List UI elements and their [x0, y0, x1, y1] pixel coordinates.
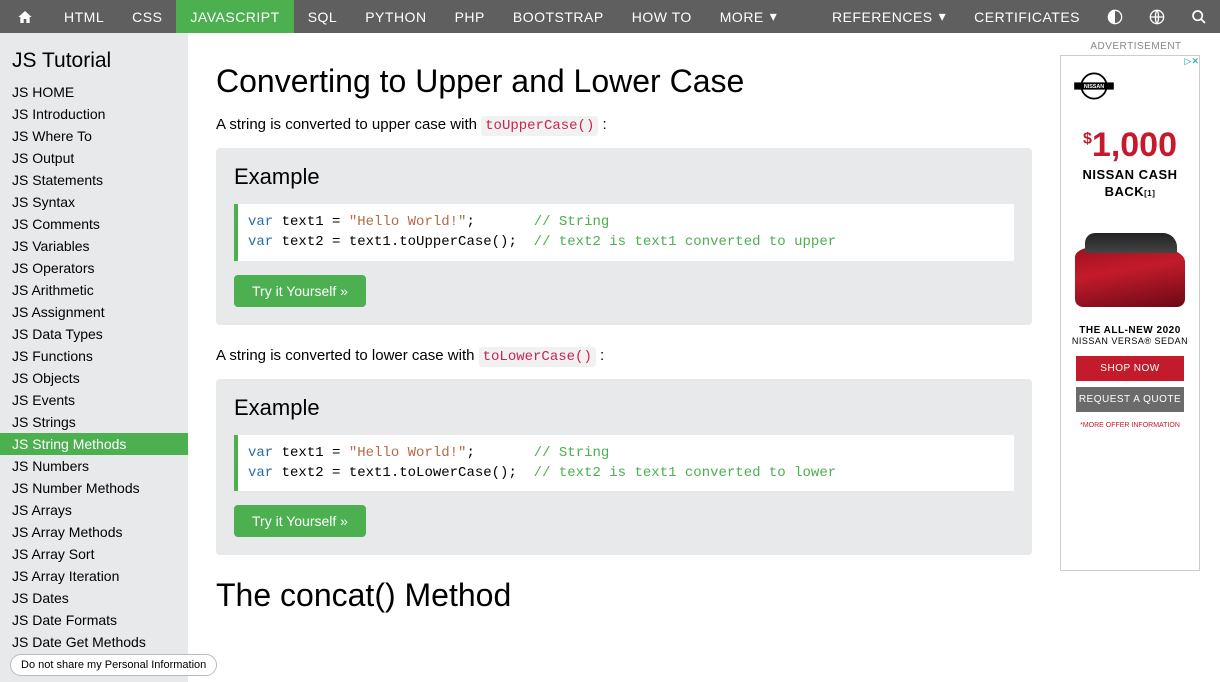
code-inline: toLowerCase() — [479, 347, 596, 367]
ad-sub: NISSAN CASH — [1067, 167, 1193, 182]
text: A string is converted to upper case with — [216, 116, 481, 133]
sidebar-item[interactable]: JS Statements — [0, 169, 188, 191]
sidebar-item[interactable]: JS Events — [0, 389, 188, 411]
code-inline: toUpperCase() — [481, 116, 598, 136]
sidebar-item[interactable]: JS Numbers — [0, 455, 188, 477]
try-it-button[interactable]: Try it Yourself » — [234, 275, 366, 307]
code-block: var text1 = "Hello World!"; // String va… — [234, 435, 1014, 492]
ad-tagline2: NISSAN VERSA® SEDAN — [1067, 336, 1193, 346]
page-title: Converting to Upper and Lower Case — [216, 63, 1032, 100]
ad-label: ADVERTISEMENT — [1060, 41, 1212, 52]
advertisement[interactable]: ▷✕ NISSAN $1,000 NISSAN CASH BACK[1] THE… — [1060, 55, 1200, 571]
nissan-logo-icon: NISSAN — [1067, 68, 1193, 104]
nav-certificates[interactable]: CERTIFICATES — [960, 0, 1094, 33]
sidebar-item[interactable]: JS Dates — [0, 587, 188, 609]
ad-tagline: THE ALL-NEW 2020 — [1067, 325, 1193, 336]
sidebar-item[interactable]: JS Operators — [0, 257, 188, 279]
intro-upper: A string is converted to upper case with… — [216, 116, 1032, 134]
text: : — [598, 116, 606, 133]
sidebar-item[interactable]: JS Arithmetic — [0, 279, 188, 301]
sidebar-item[interactable]: JS Date Get Methods — [0, 631, 188, 653]
adchoices-icon[interactable]: ▷✕ — [1185, 56, 1199, 67]
text: A string is converted to lower case with — [216, 347, 479, 364]
sidebar-item[interactable]: JS Array Sort — [0, 543, 188, 565]
sidebar-item[interactable]: JS Number Methods — [0, 477, 188, 499]
nav-bootstrap[interactable]: BOOTSTRAP — [499, 0, 618, 33]
sidebar-item[interactable]: JS Output — [0, 147, 188, 169]
intro-lower: A string is converted to lower case with… — [216, 347, 1032, 365]
sidebar-heading: JS Tutorial — [0, 43, 188, 81]
sidebar-item[interactable]: JS Arrays — [0, 499, 188, 521]
globe-icon[interactable] — [1136, 0, 1178, 33]
example-box-lower: Example var text1 = "Hello World!"; // S… — [216, 379, 1032, 556]
sidebar-item[interactable]: JS Introduction — [0, 103, 188, 125]
ad-currency: $ — [1083, 131, 1092, 148]
sidebar-item[interactable]: JS Variables — [0, 235, 188, 257]
search-icon[interactable] — [1178, 0, 1220, 33]
try-it-button[interactable]: Try it Yourself » — [234, 505, 366, 537]
example-box-upper: Example var text1 = "Hello World!"; // S… — [216, 148, 1032, 325]
sidebar-item[interactable]: JS Data Types — [0, 323, 188, 345]
nav-python[interactable]: PYTHON — [351, 0, 440, 33]
sidebar-item[interactable]: JS HOME — [0, 81, 188, 103]
main-content: Converting to Upper and Lower Case A str… — [188, 33, 1060, 682]
ad-footnote: *MORE OFFER INFORMATION — [1067, 422, 1193, 429]
nav-more-label: MORE — [720, 9, 764, 25]
nav-css[interactable]: CSS — [118, 0, 176, 33]
ad-price: $1,000 — [1067, 126, 1193, 165]
sidebar-item-current[interactable]: JS String Methods — [0, 433, 188, 455]
sidebar-item[interactable]: JS Date Formats — [0, 609, 188, 631]
code-block: var text1 = "Hello World!"; // String va… — [234, 204, 1014, 261]
sidebar-item[interactable]: JS Functions — [0, 345, 188, 367]
chevron-down-icon: ▾ — [939, 8, 947, 25]
example-heading: Example — [234, 164, 1014, 190]
sidebar-item[interactable]: JS Strings — [0, 411, 188, 433]
sidebar-item[interactable]: JS Array Methods — [0, 521, 188, 543]
svg-text:NISSAN: NISSAN — [1084, 84, 1104, 90]
sidebar-item[interactable]: JS Where To — [0, 125, 188, 147]
nav-javascript[interactable]: JAVASCRIPT — [176, 0, 293, 33]
sidebar-item[interactable]: JS Comments — [0, 213, 188, 235]
sidebar: JS Tutorial JS HOME JS Introduction JS W… — [0, 33, 188, 682]
top-nav: HTML CSS JAVASCRIPT SQL PYTHON PHP BOOTS… — [0, 0, 1220, 33]
sidebar-item[interactable]: JS Syntax — [0, 191, 188, 213]
nav-references-label: REFERENCES — [832, 9, 933, 25]
ad-column: ADVERTISEMENT ▷✕ NISSAN $1,000 NISSAN CA… — [1060, 33, 1220, 682]
ad-quote-button[interactable]: REQUEST A QUOTE — [1076, 387, 1184, 412]
nav-more[interactable]: MORE ▾ — [706, 0, 792, 33]
nav-php[interactable]: PHP — [441, 0, 499, 33]
sidebar-item[interactable]: JS Assignment — [0, 301, 188, 323]
sidebar-item[interactable]: JS Objects — [0, 367, 188, 389]
car-image-icon — [1075, 247, 1185, 307]
theme-toggle-icon[interactable] — [1094, 0, 1136, 33]
privacy-pill[interactable]: Do not share my Personal Information — [10, 654, 217, 676]
section-heading-concat: The concat() Method — [216, 577, 1032, 614]
ad-price-value: 1,000 — [1092, 126, 1177, 164]
home-icon[interactable] — [0, 0, 50, 33]
nav-sql[interactable]: SQL — [294, 0, 352, 33]
example-heading: Example — [234, 395, 1014, 421]
ad-shop-button[interactable]: SHOP NOW — [1076, 356, 1184, 381]
ad-sub2: BACK[1] — [1067, 184, 1193, 199]
nav-references[interactable]: REFERENCES ▾ — [818, 0, 960, 33]
nav-howto[interactable]: HOW TO — [618, 0, 706, 33]
nav-html[interactable]: HTML — [50, 0, 118, 33]
chevron-down-icon: ▾ — [770, 8, 778, 25]
sidebar-item[interactable]: JS Array Iteration — [0, 565, 188, 587]
text: : — [596, 347, 604, 364]
